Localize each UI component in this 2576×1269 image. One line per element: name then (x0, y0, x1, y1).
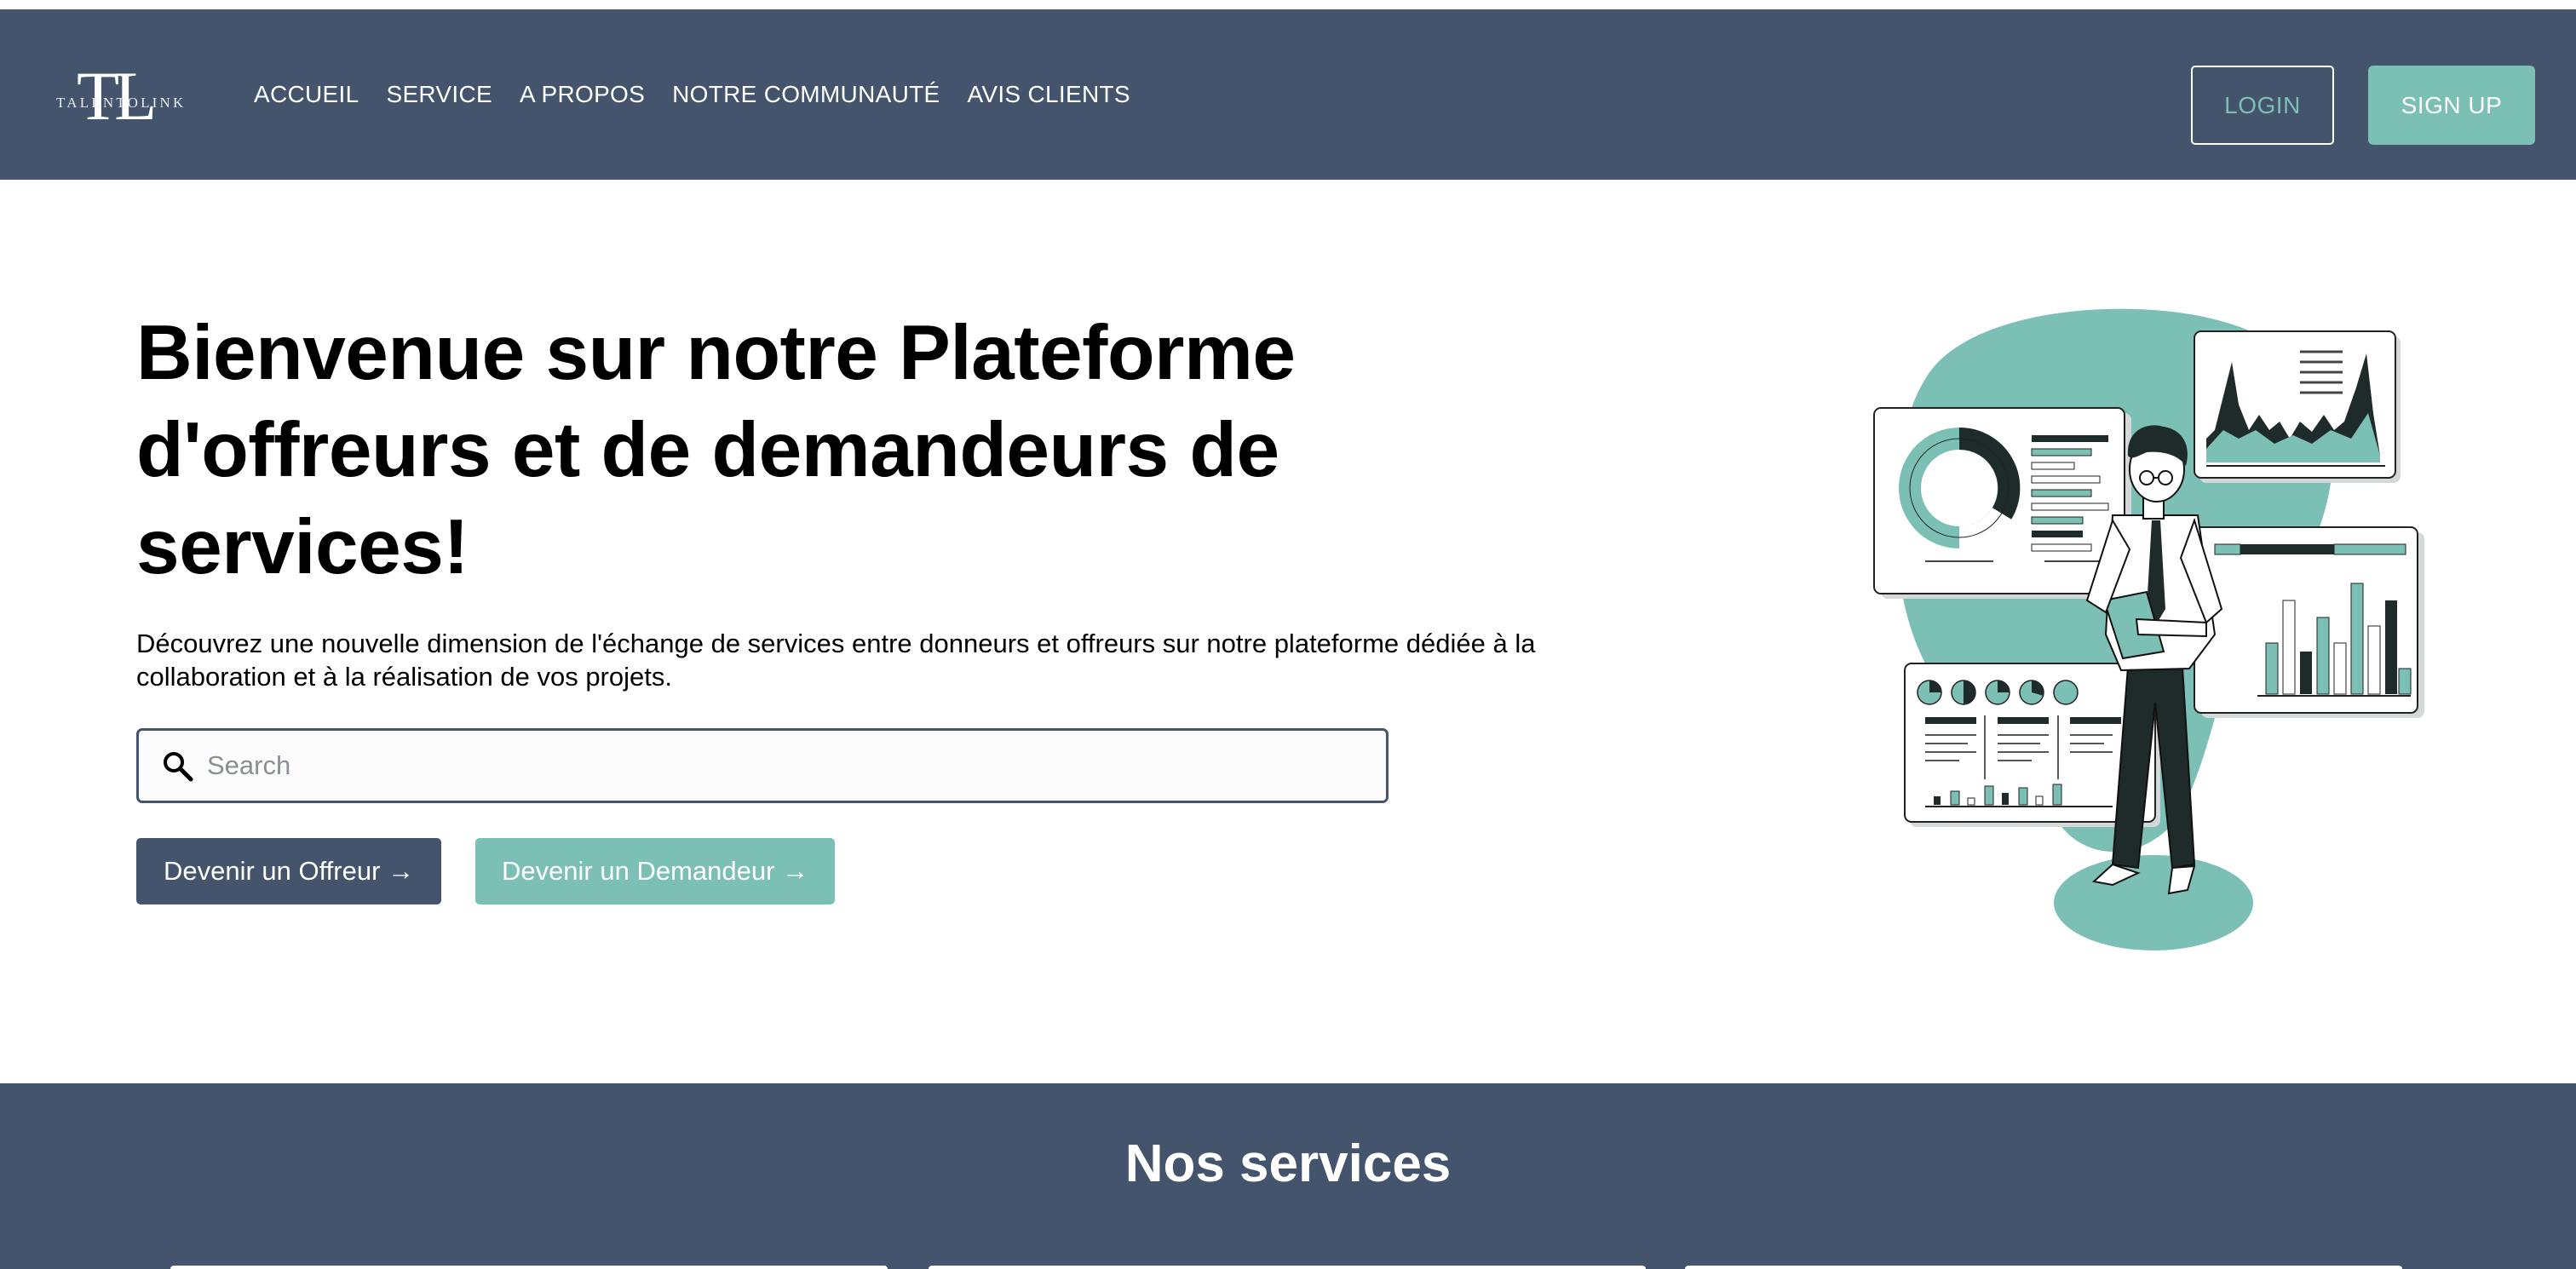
services-section: Nos services (0, 1083, 2576, 1269)
navbar: TL TALENTOLINK ACCUEIL SERVICE A PROPOS … (0, 9, 2576, 180)
login-button[interactable]: LOGIN (2191, 66, 2334, 145)
service-card[interactable] (170, 1266, 888, 1269)
logo-wordmark: TALENTOLINK (56, 95, 187, 111)
analytics-dashboard-illustration (1857, 302, 2436, 958)
devenir-offreur-button[interactable]: Devenir un Offreur → (136, 838, 441, 904)
service-card[interactable] (1685, 1266, 2402, 1269)
search-box[interactable] (136, 728, 1389, 803)
nav-item-avis-clients[interactable]: AVIS CLIENTS (967, 78, 1130, 112)
search-input[interactable] (207, 744, 1366, 787)
logo[interactable]: TL TALENTOLINK (53, 60, 198, 132)
signup-button[interactable]: SIGN UP (2368, 66, 2535, 145)
nav-item-service[interactable]: SERVICE (386, 78, 492, 112)
hero-title: Bienvenue sur notre Plateforme d'offreur… (136, 310, 1296, 590)
nav-item-communaute[interactable]: NOTRE COMMUNAUTÉ (672, 78, 940, 112)
nav-item-accueil[interactable]: ACCUEIL (254, 78, 359, 112)
service-card[interactable] (929, 1266, 1646, 1269)
top-strip (0, 0, 2576, 9)
nav-menu: ACCUEIL SERVICE A PROPOS NOTRE COMMUNAUT… (254, 78, 1130, 112)
services-title: Nos services (1124, 1134, 1452, 1193)
nav-item-a-propos[interactable]: A PROPOS (520, 78, 645, 112)
hero-description: Découvrez une nouvelle dimension de l'éc… (136, 629, 1536, 692)
search-icon (161, 749, 195, 784)
devenir-demandeur-button[interactable]: Devenir un Demandeur → (475, 838, 835, 904)
